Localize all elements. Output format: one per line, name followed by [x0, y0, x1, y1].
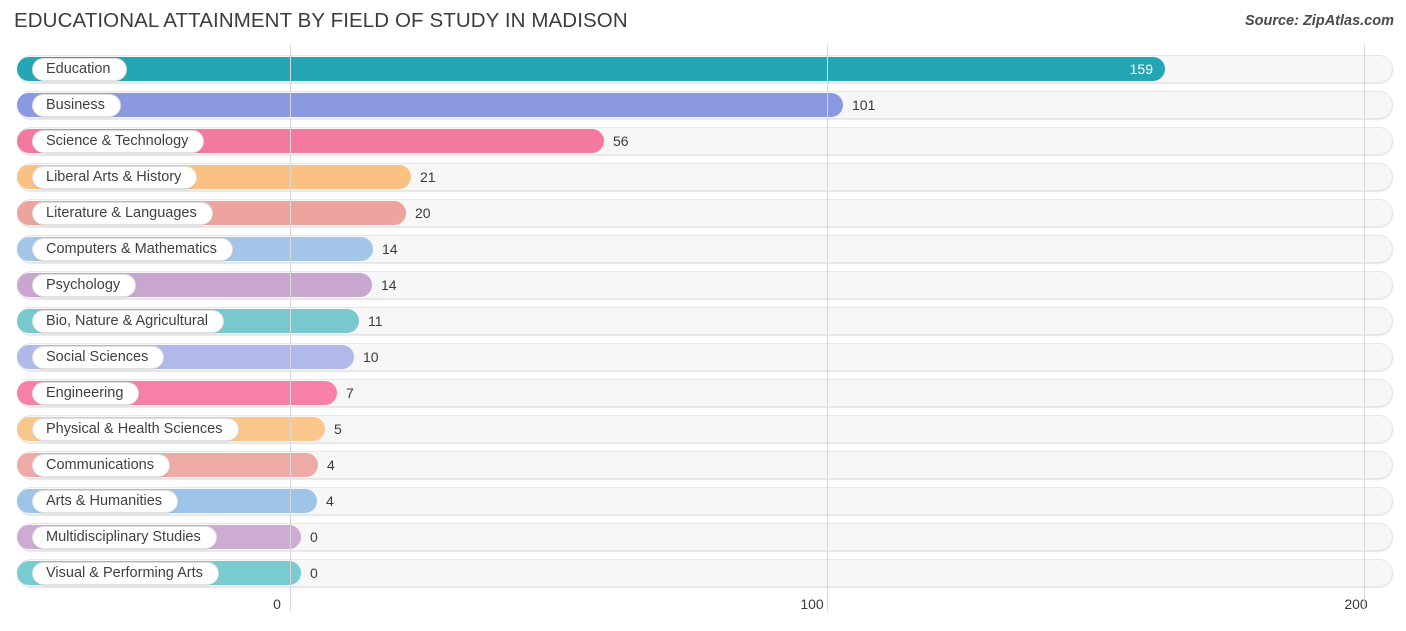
bar-value-label: 4	[327, 457, 335, 473]
bar-row[interactable]: Physical & Health Sciences 5	[0, 411, 1406, 447]
category-label: Social Sciences	[46, 348, 149, 365]
category-label-chip: Bio, Nature & Agricultural	[32, 309, 224, 333]
category-label: Engineering	[46, 384, 124, 401]
x-tick-label-100: 100	[800, 596, 824, 612]
category-label-chip: Physical & Health Sciences	[32, 417, 239, 441]
x-tick-label-0: 0	[273, 596, 281, 612]
bar-row[interactable]: Liberal Arts & History 21	[0, 159, 1406, 195]
category-label: Multidisciplinary Studies	[46, 528, 201, 545]
category-label-chip: Engineering	[32, 381, 140, 405]
bar-value-label: 11	[368, 313, 383, 329]
category-label-chip: Visual & Performing Arts	[32, 561, 219, 585]
bar-value-label: 159	[1129, 61, 1153, 77]
bar-value-label: 0	[310, 529, 318, 545]
category-label-chip: Business	[32, 93, 121, 117]
source-attribution: Source: ZipAtlas.com	[1244, 13, 1394, 29]
x-axis: 0 100 200	[0, 595, 1406, 631]
bar-value-label: 5	[334, 421, 342, 437]
bar-row[interactable]: Visual & Performing Arts 0	[0, 555, 1406, 591]
bar-row[interactable]: Computers & Mathematics 14	[0, 231, 1406, 267]
bar-row[interactable]: Psychology 14	[0, 267, 1406, 303]
category-label-chip: Computers & Mathematics	[32, 237, 233, 261]
category-label-chip: Arts & Humanities	[32, 489, 179, 513]
category-label: Education	[46, 60, 111, 77]
category-label: Science & Technology	[46, 132, 189, 149]
chart-header: EDUCATIONAL ATTAINMENT BY FIELD OF STUDY…	[0, 0, 1406, 45]
bar-row[interactable]: Education 159	[0, 51, 1406, 87]
category-label: Computers & Mathematics	[46, 240, 217, 257]
bar-row[interactable]: Communications 4	[0, 447, 1406, 483]
bar-business[interactable]	[17, 93, 843, 117]
bar-value-label: 10	[363, 349, 379, 365]
category-label: Liberal Arts & History	[46, 168, 182, 185]
category-label-chip: Social Sciences	[32, 345, 165, 369]
category-label: Literature & Languages	[46, 204, 197, 221]
bar-value-label: 20	[415, 205, 431, 221]
category-label-chip: Education	[32, 57, 127, 81]
bar-row[interactable]: Science & Technology 56	[0, 123, 1406, 159]
chart-plot-area: Education 159 Business 101 Science & Technol…	[0, 45, 1406, 611]
x-tick-label-200: 200	[1344, 596, 1368, 612]
bar-row[interactable]: Social Sciences 10	[0, 339, 1406, 375]
bar-row[interactable]: Literature & Languages 20	[0, 195, 1406, 231]
category-label: Visual & Performing Arts	[46, 564, 203, 581]
category-label-chip: Psychology	[32, 273, 137, 297]
bar-education[interactable]	[17, 57, 1165, 81]
category-label-chip: Multidisciplinary Studies	[32, 525, 217, 549]
bar-value-label: 101	[852, 97, 876, 113]
bar-value-label: 56	[613, 133, 629, 149]
category-label-chip: Science & Technology	[32, 129, 205, 153]
bar-row[interactable]: Business 101	[0, 87, 1406, 123]
category-label-chip: Liberal Arts & History	[32, 165, 198, 189]
category-label: Arts & Humanities	[46, 492, 163, 509]
bar-row[interactable]: Bio, Nature & Agricultural 11	[0, 303, 1406, 339]
category-label: Physical & Health Sciences	[46, 420, 223, 437]
category-label: Communications	[46, 456, 154, 473]
bar-row[interactable]: Engineering 7	[0, 375, 1406, 411]
bar-value-label: 4	[326, 493, 334, 509]
category-label-chip: Communications	[32, 453, 170, 477]
category-label-chip: Literature & Languages	[32, 201, 213, 225]
bar-value-label: 14	[382, 241, 398, 257]
page-title: EDUCATIONAL ATTAINMENT BY FIELD OF STUDY…	[14, 9, 628, 32]
bar-row[interactable]: Arts & Humanities 4	[0, 483, 1406, 519]
category-label: Psychology	[46, 276, 121, 293]
bar-value-label: 14	[381, 277, 397, 293]
category-label: Business	[46, 96, 105, 113]
bar-value-label: 7	[346, 385, 354, 401]
bar-value-label: 0	[310, 565, 318, 581]
bar-row[interactable]: Multidisciplinary Studies 0	[0, 519, 1406, 555]
bar-value-label: 21	[420, 169, 436, 185]
category-label: Bio, Nature & Agricultural	[46, 312, 208, 329]
